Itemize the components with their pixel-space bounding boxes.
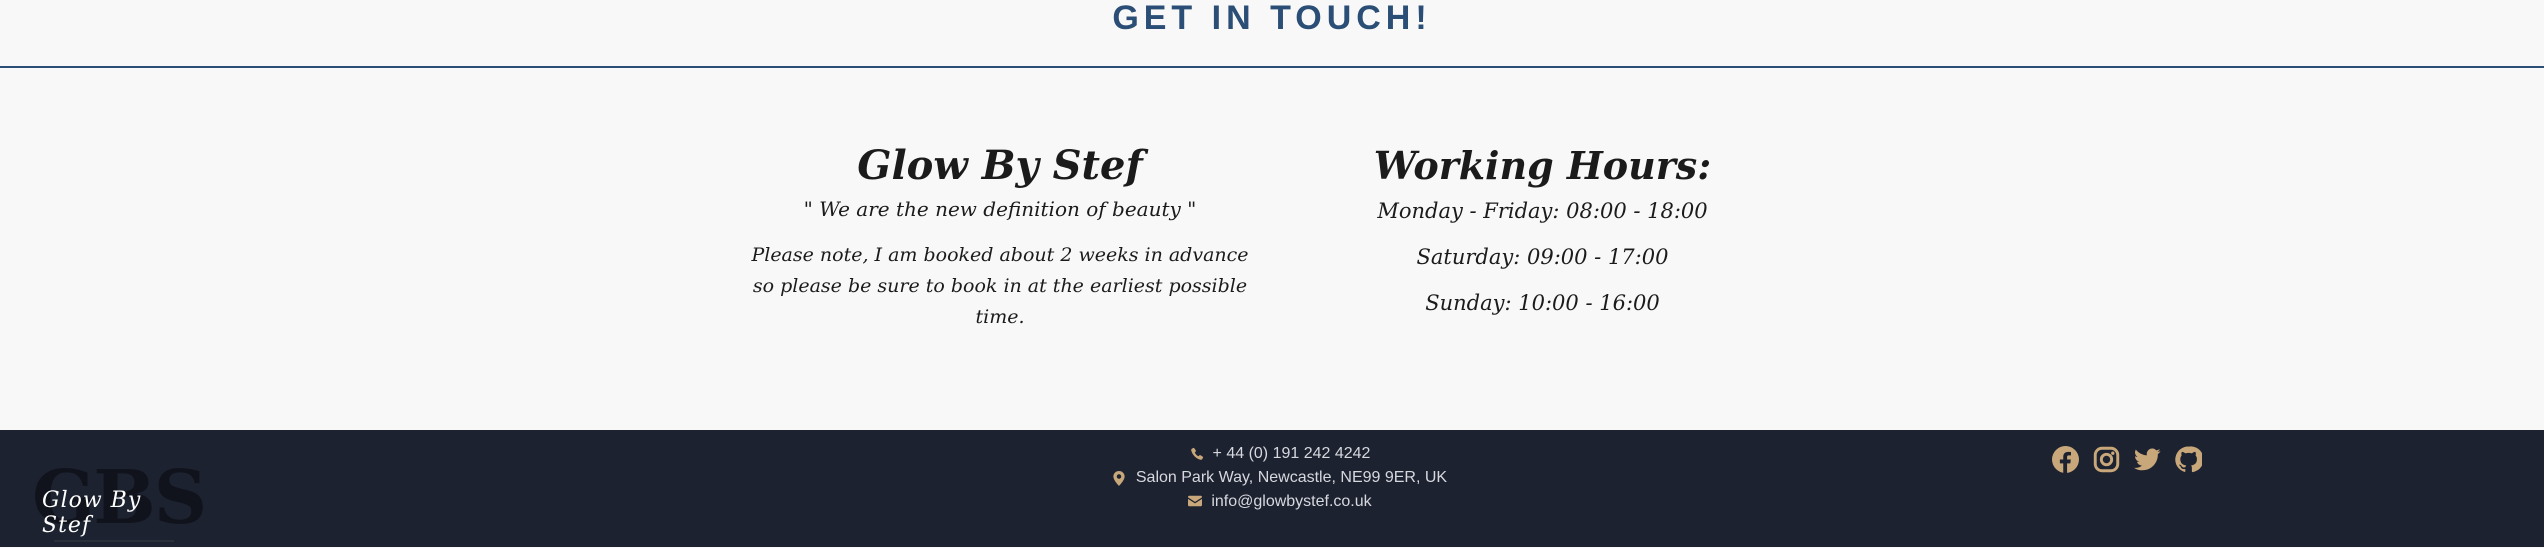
logo-underline [54, 540, 174, 542]
working-hours-column: Working Hours: Monday - Friday: 08:00 - … [1350, 140, 1735, 326]
phone-icon [1190, 447, 1204, 461]
instagram-icon[interactable] [2093, 446, 2120, 473]
hours-saturday: Saturday: 09:00 - 17:00 [1416, 245, 1669, 269]
section-heading: GET IN TOUCH! [1112, 0, 1432, 37]
brand-title: Glow By Stef [857, 142, 1143, 189]
brand-tagline: " We are the new definition of beauty " [803, 197, 1197, 221]
booking-note: Please note, I am booked about 2 weeks i… [751, 244, 1249, 328]
hours-weekdays: Monday - Friday: 08:00 - 18:00 [1377, 199, 1708, 223]
contact-email: info@glowbystef.co.uk [1211, 493, 1372, 510]
contact-email-row[interactable]: info@glowbystef.co.uk [0, 490, 2544, 514]
location-pin-icon [1113, 471, 1127, 486]
contact-address: Salon Park Way, Newcastle, NE99 9ER, UK [1135, 469, 1448, 486]
working-hours-title: Working Hours: [1373, 143, 1712, 188]
facebook-icon[interactable] [2052, 446, 2079, 473]
contact-phone: + 44 (0) 191 242 4242 [1212, 445, 1371, 462]
get-in-touch-section: GET IN TOUCH! [0, 0, 2544, 68]
hours-sunday: Sunday: 10:00 - 16:00 [1425, 291, 1660, 315]
twitter-icon[interactable] [2134, 446, 2161, 473]
about-column: Glow By Stef " We are the new definition… [740, 140, 1260, 333]
social-links [2052, 446, 2202, 473]
site-footer: GBS Glow By Stef + 44 (0) 191 242 4242 S… [0, 430, 2544, 547]
envelope-icon [1188, 495, 1203, 509]
github-icon[interactable] [2175, 446, 2202, 473]
